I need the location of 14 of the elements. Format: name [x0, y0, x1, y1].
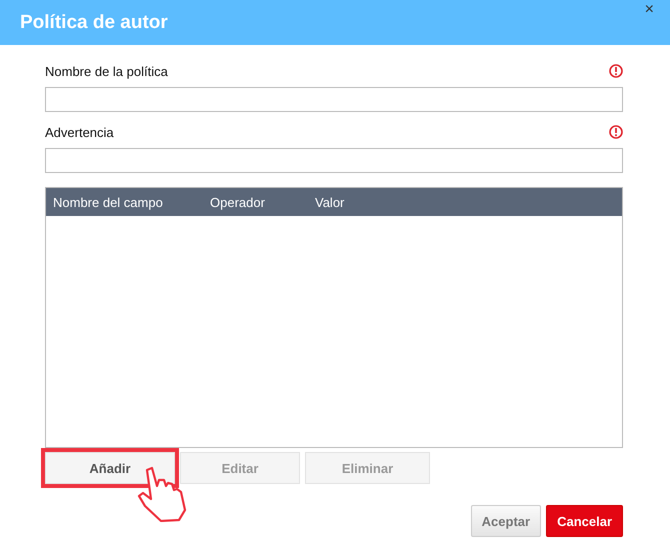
warning-icon [609, 125, 623, 139]
input-field[interactable] [45, 148, 623, 173]
input-field[interactable] [45, 87, 623, 112]
window-title: Política de autor [20, 12, 168, 34]
field-label: Nombre de la política [45, 64, 168, 78]
column-header: Nombre del campo [53, 194, 164, 210]
warning-icon [609, 64, 623, 78]
cancel-button[interactable]: Cancelar [546, 505, 623, 537]
close-button[interactable]: × [642, 2, 656, 18]
pointer-hand-icon [137, 466, 189, 522]
column-header: Operador [210, 194, 266, 210]
field-label: Advertencia [45, 124, 114, 140]
accept-button[interactable]: Aceptar [470, 505, 542, 537]
column-header: Valor [315, 194, 346, 210]
